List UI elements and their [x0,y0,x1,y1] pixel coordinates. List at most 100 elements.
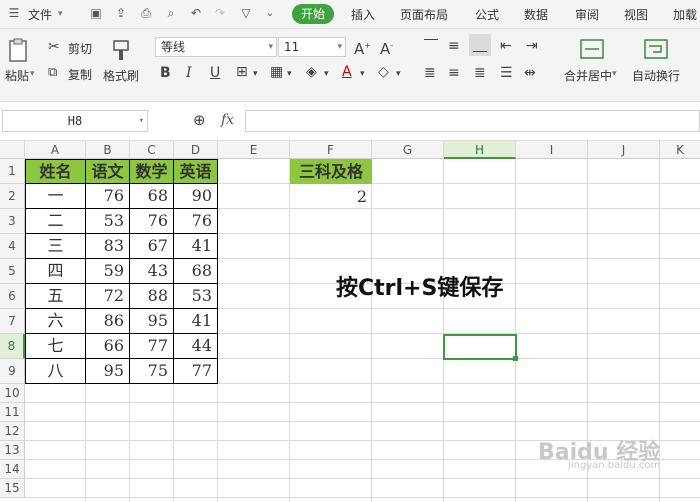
column-header-i[interactable]: I [516,141,588,159]
table-cell[interactable]: 67 [130,234,174,259]
table-cell[interactable]: 66 [86,334,130,359]
indent-decrease-icon[interactable]: ⇤ [500,38,512,54]
column-header-c[interactable]: C [130,141,174,159]
filter-icon[interactable]: ▽ [238,5,254,21]
row-header-1[interactable]: 1 [0,159,25,184]
copy-button[interactable]: 复制 [68,66,92,83]
row-header-9[interactable]: 9 [0,359,25,384]
fx-button[interactable]: fx [221,112,234,128]
chevron-down-icon[interactable]: ▾ [58,9,63,19]
cell-style-icon[interactable]: ▦ [270,64,283,80]
row-header-10[interactable]: 10 [0,384,25,403]
merge-center-icon[interactable] [580,38,604,60]
borders-icon[interactable]: ⊞ [236,64,248,80]
chevron-down-icon[interactable]: ▾ [253,66,258,82]
table-cell[interactable]: 六 [25,309,86,334]
table-cell[interactable]: 86 [86,309,130,334]
undo-icon[interactable]: ↶ [188,5,204,21]
table-cell[interactable]: 三 [25,234,86,259]
row-header-7[interactable]: 7 [0,309,25,334]
table-cell[interactable]: 95 [130,309,174,334]
align-bottom-icon[interactable]: ⎽ [469,34,491,56]
column-header-j[interactable]: J [588,141,660,159]
chevron-down-icon[interactable]: ▾ [324,66,329,82]
underline-icon[interactable]: U [210,65,220,81]
table-cell[interactable]: 76 [174,209,218,234]
table-cell[interactable]: 二 [25,209,86,234]
table-cell[interactable]: 44 [174,334,218,359]
column-header-e[interactable]: E [218,141,290,159]
decrease-font-icon[interactable]: A- [380,38,393,57]
copy-icon[interactable]: ⧉ [48,65,57,81]
chevron-down-icon[interactable]: ▾ [30,69,35,79]
hamburger-menu-icon[interactable]: ☰ [6,5,22,21]
zoom-icon[interactable]: ⊕ [193,112,206,128]
tab-home[interactable]: 开始 [292,4,334,24]
paste-icon[interactable] [8,38,30,64]
row-header-13[interactable]: 13 [0,441,25,460]
tab-data[interactable]: 数据 [524,6,548,23]
result-value-cell[interactable]: 2 [290,184,372,209]
align-middle-icon[interactable]: ≡ [448,38,460,54]
more-chevron-icon[interactable]: ⌄ [262,5,278,21]
table-cell[interactable]: 41 [174,234,218,259]
row-header-12[interactable]: 12 [0,422,25,441]
row-header-5[interactable]: 5 [0,259,25,284]
italic-icon[interactable]: I [186,65,192,81]
row-header-4[interactable]: 4 [0,234,25,259]
chevron-down-icon[interactable]: ▾ [287,66,292,82]
table-header-cell[interactable]: 数学 [130,159,174,184]
merge-center-button[interactable]: 合并居中 [564,67,612,84]
align-left-icon[interactable]: ≣ [424,65,436,81]
column-header-k[interactable]: K [660,141,700,159]
table-cell[interactable]: 五 [25,284,86,309]
cut-button[interactable]: 剪切 [68,40,92,57]
column-header-f[interactable]: F [290,141,372,159]
table-cell[interactable]: 88 [130,284,174,309]
chevron-down-icon[interactable]: ▾ [612,69,617,79]
tab-addins[interactable]: 加载 [673,6,697,23]
distributed-icon[interactable]: ⇹ [524,65,536,81]
table-cell[interactable]: 43 [130,259,174,284]
tab-view[interactable]: 视图 [624,6,648,23]
tab-insert[interactable]: 插入 [351,6,375,23]
column-header-b[interactable]: B [86,141,130,159]
table-cell[interactable]: 68 [130,184,174,209]
table-cell[interactable]: 90 [174,184,218,209]
row-header-15[interactable]: 15 [0,479,25,498]
formula-input[interactable] [245,110,700,132]
save-icon[interactable]: ▣ [88,5,104,21]
wrap-text-button[interactable]: 自动换行 [632,67,680,84]
table-cell[interactable]: 四 [25,259,86,284]
justify-icon[interactable]: ☰ [500,65,513,81]
column-header-g[interactable]: G [372,141,444,159]
redo-icon[interactable]: ↷ [212,5,228,21]
chevron-down-icon[interactable]: ▾ [396,66,401,82]
table-cell[interactable]: 75 [130,359,174,384]
paste-button[interactable]: 粘贴 [5,67,29,84]
table-cell[interactable]: 76 [86,184,130,209]
column-header-h[interactable]: H [444,141,516,159]
format-painter-icon[interactable] [111,38,131,62]
scissors-icon[interactable]: ✂ [48,39,60,55]
row-header-14[interactable]: 14 [0,460,25,479]
print-preview-icon[interactable]: ⌕ [163,5,179,21]
increase-font-icon[interactable]: A+ [354,38,371,57]
table-cell[interactable]: 一 [25,184,86,209]
tab-formulas[interactable]: 公式 [475,6,499,23]
table-cell[interactable]: 95 [86,359,130,384]
chevron-down-icon[interactable]: ▾ [360,66,365,82]
row-header-3[interactable]: 3 [0,209,25,234]
align-center-icon[interactable]: ≡ [448,65,460,81]
wrap-text-icon[interactable] [644,38,668,60]
table-header-cell[interactable]: 姓名 [25,159,86,184]
table-cell[interactable]: 72 [86,284,130,309]
table-cell[interactable]: 83 [86,234,130,259]
selected-cell-h8[interactable] [443,334,517,360]
table-header-cell[interactable]: 语文 [86,159,130,184]
table-cell[interactable]: 59 [86,259,130,284]
tab-review[interactable]: 审阅 [575,6,599,23]
table-cell[interactable]: 76 [130,209,174,234]
table-cell[interactable]: 七 [25,334,86,359]
align-top-icon[interactable]: ⎺ [424,38,438,54]
